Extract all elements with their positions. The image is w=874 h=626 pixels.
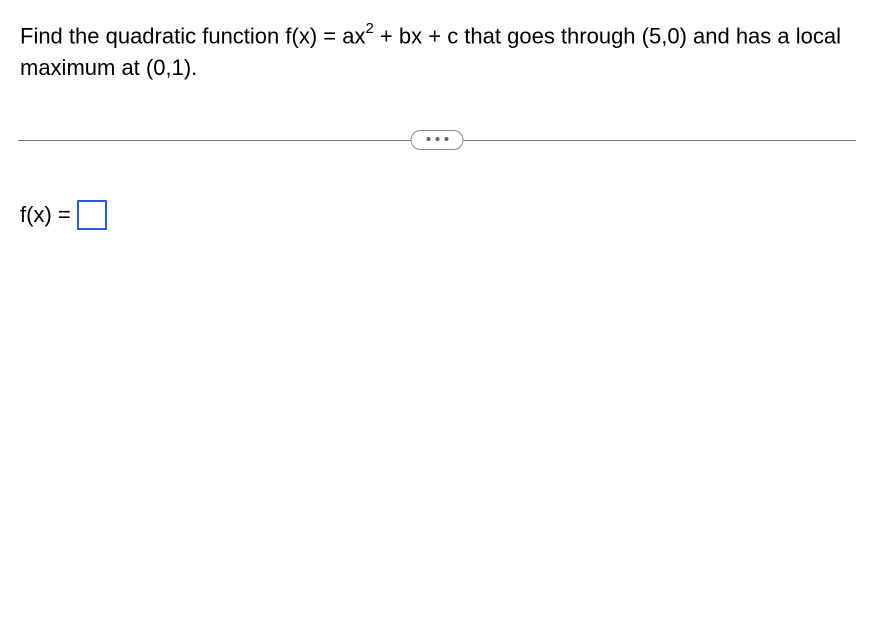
question-text: Find the quadratic function f(x) = ax2 +… bbox=[18, 20, 856, 84]
question-prefix: Find the quadratic function f(x) = ax bbox=[20, 23, 365, 48]
answer-label: f(x) = bbox=[20, 202, 71, 228]
ellipsis-icon bbox=[435, 137, 439, 141]
exponent: 2 bbox=[365, 20, 373, 37]
divider-line-left bbox=[18, 140, 437, 141]
ellipsis-icon bbox=[444, 137, 448, 141]
divider-line-right bbox=[437, 140, 856, 141]
answer-line: f(x) = bbox=[18, 200, 856, 230]
more-options-button[interactable] bbox=[411, 130, 464, 150]
ellipsis-icon bbox=[426, 137, 430, 141]
divider bbox=[18, 128, 856, 152]
answer-input[interactable] bbox=[77, 200, 107, 230]
